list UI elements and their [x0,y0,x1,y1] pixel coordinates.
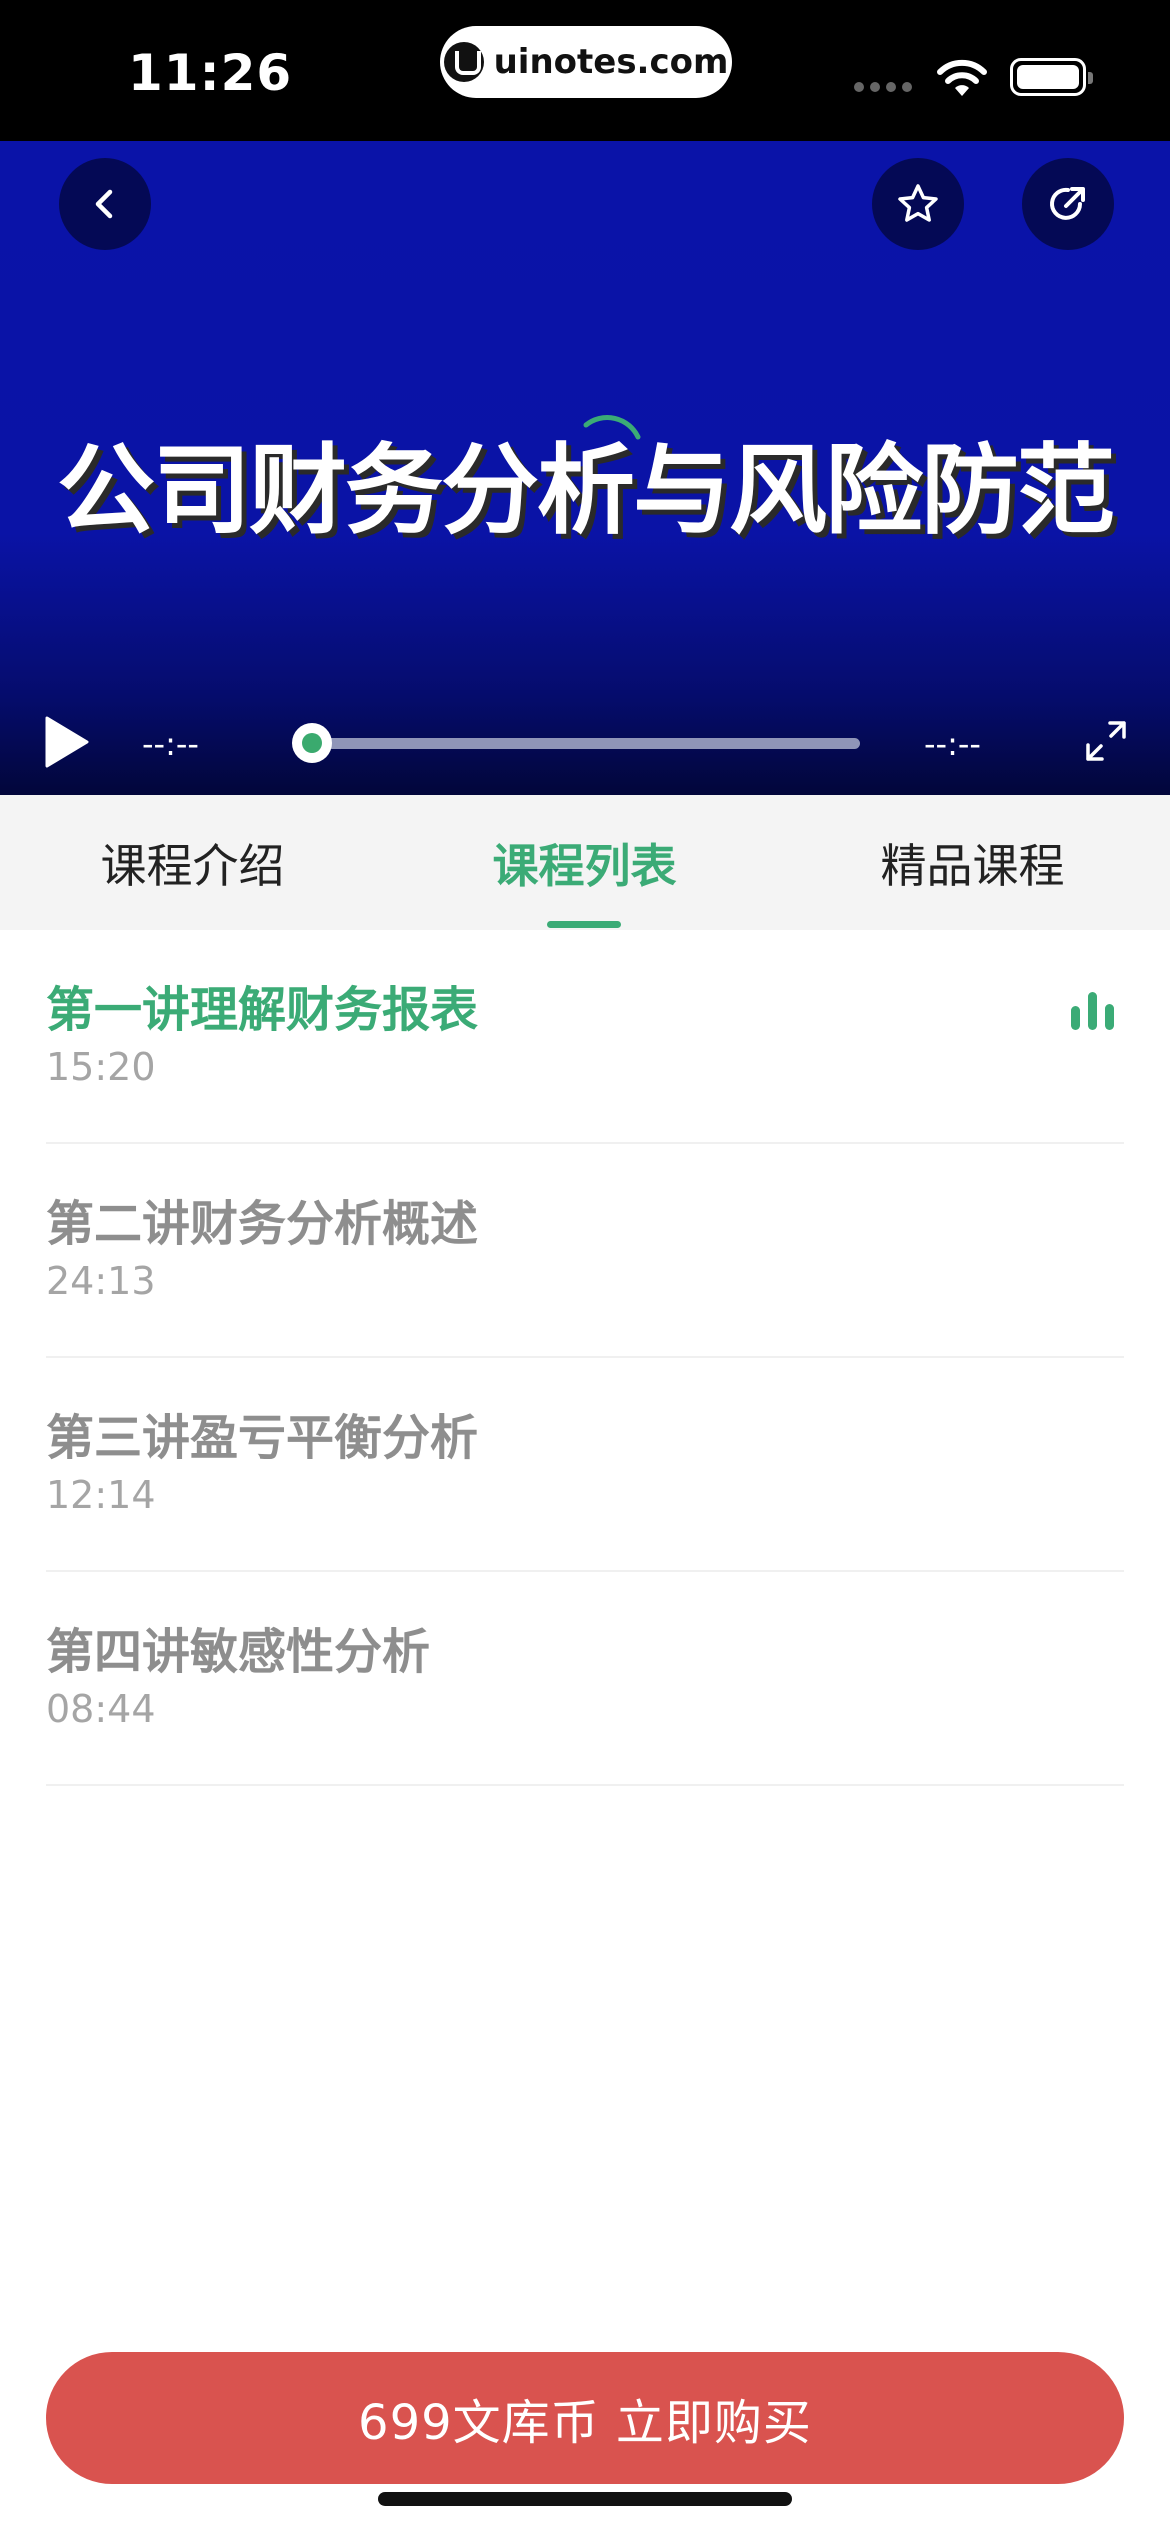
course-detail-screen: 11:26 uinotes.com 公司财务分析与风险防范 --:-- --:-… [0,0,1170,2532]
list-item[interactable]: 第三讲盈亏平衡分析 12:14 [46,1358,1124,1572]
lesson-title: 第一讲理解财务报表 [46,982,479,1038]
progress-thumb[interactable] [292,723,332,763]
home-indicator [378,2492,792,2506]
star-icon [898,184,938,222]
share-button[interactable] [1022,158,1114,250]
lesson-duration: 24:13 [46,1259,156,1303]
list-item[interactable]: 第四讲敏感性分析 08:44 [46,1572,1124,1786]
tab-course-list[interactable]: 课程列表 [432,795,737,930]
current-time: --:-- [142,725,199,763]
list-item[interactable]: 第二讲财务分析概述 24:13 [46,1144,1124,1358]
expand-icon[interactable] [1084,719,1128,763]
lesson-title: 第三讲盈亏平衡分析 [46,1410,479,1466]
tab-course-intro[interactable]: 课程介绍 [40,795,345,930]
buy-now-button[interactable]: 699文库币 立即购买 [46,2352,1124,2484]
favorite-button[interactable] [872,158,964,250]
back-button[interactable] [59,158,151,250]
status-time: 11:26 [128,44,293,102]
progress-track[interactable] [310,738,860,749]
lesson-title: 第四讲敏感性分析 [46,1624,431,1680]
lesson-title: 第二讲财务分析概述 [46,1196,479,1252]
total-time: --:-- [924,725,981,763]
play-icon[interactable] [44,715,90,769]
now-playing-icon [1071,992,1114,1030]
share-icon [1050,187,1085,220]
cellular-signal-icon [854,82,912,92]
lesson-duration: 08:44 [46,1687,156,1731]
battery-icon [1010,58,1093,96]
video-player[interactable]: 公司财务分析与风险防范 --:-- --:-- [0,141,1170,795]
loading-spinner-icon [583,415,641,440]
active-tab-indicator [547,921,621,928]
url-pill[interactable]: uinotes.com [440,26,732,98]
lesson-duration: 12:14 [46,1473,156,1517]
chevron-left-icon [95,189,113,219]
wifi-icon [937,59,987,96]
url-text: uinotes.com [493,42,729,82]
site-logo-icon [443,42,484,82]
list-item[interactable]: 第一讲理解财务报表 15:20 [46,930,1124,1144]
tab-bar: 课程介绍 课程列表 精品课程 [0,795,1170,930]
status-bar: 11:26 uinotes.com [0,0,1170,141]
lesson-duration: 15:20 [46,1045,156,1089]
tab-premium-courses[interactable]: 精品课程 [820,795,1125,930]
